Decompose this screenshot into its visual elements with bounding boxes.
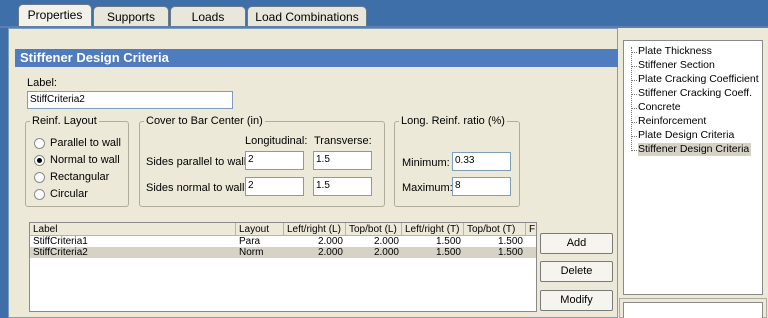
cover-parallel-longitudinal-input[interactable]: 2 xyxy=(245,151,304,170)
cover-normal-transverse-input[interactable]: 1.5 xyxy=(313,177,372,196)
cover-normal-longitudinal-input[interactable]: 2 xyxy=(245,177,304,196)
tree-item-reinforcement[interactable]: Reinforcement xyxy=(638,115,706,128)
radio-parallel-to-wall[interactable] xyxy=(34,138,45,149)
criteria-table[interactable]: Label Layout Left/right (L) Top/bot (L) … xyxy=(29,222,537,312)
tree-connector xyxy=(631,122,637,123)
tree-connector xyxy=(631,94,637,95)
page-title: Stiffener Design Criteria xyxy=(15,49,618,67)
secondary-list[interactable] xyxy=(623,302,763,318)
radio-label-circular: Circular xyxy=(50,188,88,200)
cell-leftright-l: 2.000 xyxy=(317,236,343,247)
cell-label: StiffCriteria1 xyxy=(33,236,88,247)
cell-layout: Para xyxy=(239,236,261,247)
radio-normal-to-wall[interactable] xyxy=(34,155,45,166)
add-button[interactable]: Add xyxy=(540,233,613,254)
radio-label-rectangular: Rectangular xyxy=(50,171,110,183)
tab-load-combinations[interactable]: Load Combinations xyxy=(247,6,367,26)
modify-button[interactable]: Modify xyxy=(540,290,613,311)
category-tree[interactable]: Plate Thickness Stiffener Section Plate … xyxy=(623,40,763,295)
cell-leftright-t: 1.500 xyxy=(435,236,461,247)
reinf-ratio-legend: Long. Reinf. ratio (%) xyxy=(401,115,505,127)
cover-col-transverse: Transverse: xyxy=(314,135,372,147)
col-header-f[interactable]: F xyxy=(526,223,536,236)
tab-supports[interactable]: Supports xyxy=(93,6,169,26)
cell-topbot-t: 1.500 xyxy=(497,247,523,258)
delete-button[interactable]: Delete xyxy=(540,261,613,282)
tree-item-stiffener-section[interactable]: Stiffener Section xyxy=(638,59,715,72)
tree-item-plate-thickness[interactable]: Plate Thickness xyxy=(638,45,712,58)
tree-item-stiffener-cracking[interactable]: Stiffener Cracking Coeff. xyxy=(638,87,752,100)
cell-topbot-l: 2.000 xyxy=(373,247,399,258)
cover-row-normal: Sides normal to wall: xyxy=(146,182,248,194)
cell-topbot-l: 2.000 xyxy=(373,236,399,247)
tree-connector xyxy=(631,80,637,81)
tree-item-plate-cracking[interactable]: Plate Cracking Coefficient xyxy=(638,73,759,86)
ratio-min-input[interactable]: 0.33 xyxy=(452,152,511,171)
label-input[interactable]: StiffCriteria2 xyxy=(27,91,233,109)
cell-topbot-t: 1.500 xyxy=(497,236,523,247)
radio-label-normal: Normal to wall xyxy=(50,154,120,166)
cover-parallel-transverse-input[interactable]: 1.5 xyxy=(313,151,372,170)
radio-circular[interactable] xyxy=(34,189,45,200)
tree-item-stiffener-design-criteria[interactable]: Stiffener Design Criteria xyxy=(638,143,752,156)
cell-leftright-l: 2.000 xyxy=(317,247,343,258)
label-caption: Label: xyxy=(27,77,57,89)
col-header-layout[interactable]: Layout xyxy=(236,223,284,236)
ratio-min-label: Minimum: xyxy=(402,157,450,169)
col-header-leftright-t[interactable]: Left/right (T) xyxy=(402,223,464,236)
cover-col-longitudinal: Longitudinal: xyxy=(245,135,308,147)
cover-legend: Cover to Bar Center (in) xyxy=(146,115,263,127)
tree-connector xyxy=(631,108,637,109)
tree-connector xyxy=(631,150,637,151)
cover-row-parallel: Sides parallel to wall: xyxy=(146,156,250,168)
tree-connector xyxy=(631,136,637,137)
radio-label-parallel: Parallel to wall xyxy=(50,137,121,149)
ratio-max-label: Maximum: xyxy=(402,182,453,194)
tree-item-concrete[interactable]: Concrete xyxy=(638,101,681,114)
tree-connector xyxy=(631,52,637,53)
reinf-layout-legend: Reinf. Layout xyxy=(32,115,97,127)
tab-properties[interactable]: Properties xyxy=(18,4,92,26)
cell-leftright-t: 1.500 xyxy=(435,247,461,258)
tab-loads[interactable]: Loads xyxy=(170,6,246,26)
col-header-leftright-l[interactable]: Left/right (L) xyxy=(284,223,346,236)
tree-item-plate-design-criteria[interactable]: Plate Design Criteria xyxy=(638,129,734,142)
col-header-topbot-t[interactable]: Top/bot (T) xyxy=(464,223,526,236)
cell-layout: Norm xyxy=(239,247,264,258)
ratio-max-input[interactable]: 8 xyxy=(452,177,511,196)
col-header-topbot-l[interactable]: Top/bot (L) xyxy=(346,223,402,236)
cell-label: StiffCriteria2 xyxy=(33,247,88,258)
tree-connector xyxy=(631,66,637,67)
col-header-label[interactable]: Label xyxy=(30,223,236,236)
radio-rectangular[interactable] xyxy=(34,172,45,183)
